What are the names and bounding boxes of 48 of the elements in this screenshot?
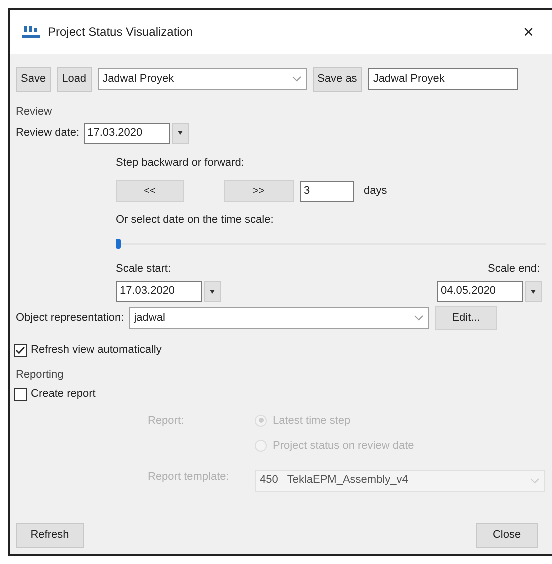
scale-start-field[interactable]: 17.03.2020 [116, 281, 202, 302]
window-title: Project Status Visualization [48, 24, 194, 41]
representation-dropdown[interactable]: jadwal [129, 307, 430, 329]
app-icon [22, 25, 40, 39]
field-label: Report: [148, 414, 184, 428]
caret-down-icon [178, 131, 183, 135]
name-field[interactable]: Jadwal Proyek [368, 68, 518, 90]
checkbox[interactable] [14, 344, 27, 357]
chevron-down-icon [292, 76, 302, 82]
field-label: days [364, 184, 388, 199]
step-forward-button[interactable]: >> [224, 180, 294, 202]
save-as-button[interactable]: Save as [312, 66, 362, 92]
dropdown-button[interactable] [204, 281, 221, 302]
chevron-down-icon [414, 315, 424, 321]
field-label: Review date: [16, 126, 80, 141]
dropdown-value: jadwal [134, 310, 166, 326]
field-label: Object representation: [16, 310, 124, 326]
chevron-down-icon [530, 478, 540, 484]
slider-thumb[interactable] [116, 238, 121, 248]
field-label: Scale end: [488, 262, 540, 276]
radio-label: Project status on review date [273, 439, 414, 454]
settings-dropdown[interactable]: Jadwal Proyek [98, 68, 307, 90]
dropdown-button[interactable] [525, 281, 542, 302]
field-label: Step backward or forward: [116, 156, 244, 170]
edit-button[interactable]: Edit... [435, 306, 498, 330]
field-label: Or select date on the time scale: [116, 213, 274, 228]
dropdown-value: 450 TeklaEPM_Assembly_v4 [260, 473, 408, 488]
checkbox-label: Create report [31, 387, 96, 402]
group-title: Reporting [16, 368, 64, 382]
refresh-button[interactable]: Refresh [16, 523, 84, 548]
checkbox-label: Refresh view automatically [31, 343, 162, 358]
load-button[interactable]: Load [57, 66, 92, 92]
field-label: Scale start: [116, 262, 172, 276]
field-label: Report template: [148, 470, 230, 486]
close-button[interactable]: × [523, 23, 534, 41]
dropdown-value: Jadwal Proyek [102, 72, 174, 87]
group-title: Review [16, 105, 52, 120]
save-button[interactable]: Save [16, 66, 52, 92]
radio-label: Latest time step [273, 414, 351, 428]
caret-down-icon [210, 290, 215, 294]
dropdown-button[interactable] [172, 122, 189, 144]
days-field[interactable]: 3 [300, 180, 354, 202]
close-button[interactable]: Close [476, 523, 538, 548]
time-slider[interactable] [116, 236, 546, 250]
review-date-field[interactable]: 17.03.2020 [84, 122, 170, 144]
step-back-button[interactable]: << [116, 180, 184, 202]
scale-end-field[interactable]: 04.05.2020 [437, 281, 523, 302]
caret-down-icon [531, 290, 536, 294]
